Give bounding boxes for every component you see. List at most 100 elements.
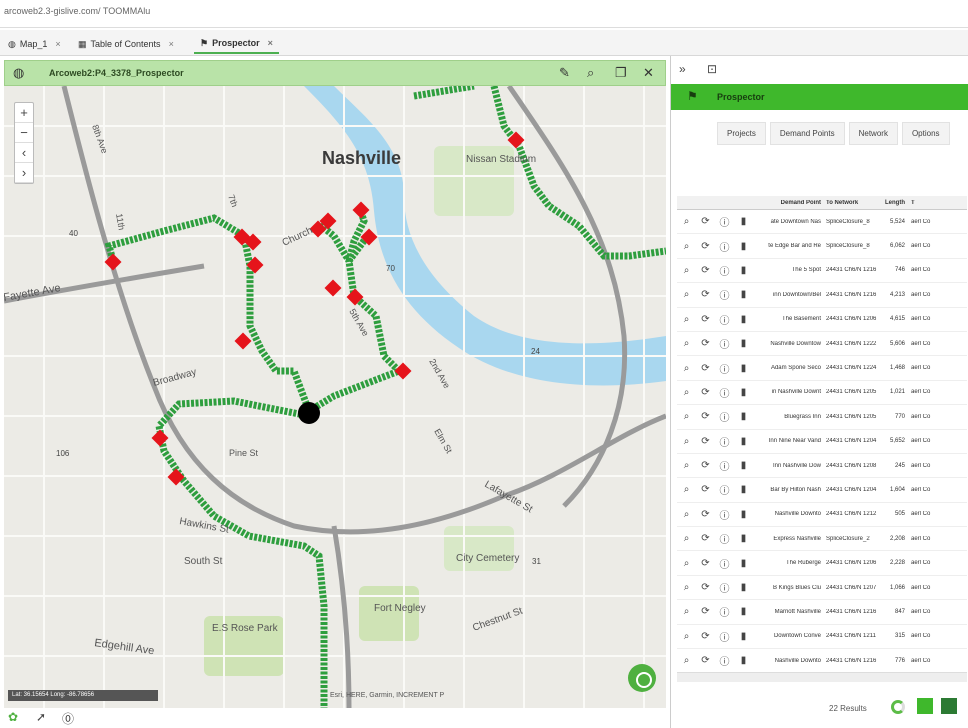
refresh-icon[interactable]: ⟳ bbox=[696, 314, 715, 325]
clipboard-icon[interactable]: ▮ bbox=[734, 387, 753, 398]
refresh-icon[interactable]: ⟳ bbox=[696, 216, 715, 227]
export-button[interactable] bbox=[917, 698, 933, 714]
tab-prospector[interactable]: ⚑ Prospector × bbox=[194, 34, 279, 54]
table-row[interactable]: ⌕ ⟳ ⓘ ▮ ate Downtown Nas SpliceClosure_8 5,524… bbox=[677, 210, 967, 235]
info-icon[interactable]: ⓘ bbox=[715, 556, 734, 571]
column-header[interactable]: To Network bbox=[823, 200, 881, 206]
clipboard-icon[interactable]: ▮ bbox=[734, 289, 753, 300]
table-row[interactable]: ⌕ ⟳ ⓘ ▮ Downtown Conve 24431 Ch6/N 1211 315 aer… bbox=[677, 625, 967, 650]
zoom-icon[interactable]: ⌕ bbox=[677, 241, 696, 252]
zoom-icon[interactable]: ⌕ bbox=[677, 582, 696, 593]
table-row[interactable]: ⌕ ⟳ ⓘ ▮ The Ruberge 24431 Ch6/N 1206 2,228 aerl… bbox=[677, 551, 967, 576]
zoom-icon[interactable]: ⌕ bbox=[677, 655, 696, 666]
refresh-icon[interactable]: ⟳ bbox=[696, 655, 715, 666]
zoom-icon[interactable]: ⌕ bbox=[677, 460, 696, 471]
column-header[interactable]: Demand Point bbox=[753, 200, 823, 206]
clipboard-icon[interactable]: ▮ bbox=[734, 606, 753, 617]
tab-table-of-contents[interactable]: ▦ Table of Contents × bbox=[72, 34, 180, 54]
tab-demand-points[interactable]: Demand Points bbox=[769, 122, 845, 145]
refresh-icon[interactable]: ⟳ bbox=[696, 363, 715, 374]
clipboard-icon[interactable]: ▮ bbox=[734, 216, 753, 227]
help-icon[interactable]: ⓪ bbox=[62, 710, 74, 727]
info-icon[interactable]: ⓘ bbox=[715, 531, 734, 546]
clipboard-icon[interactable]: ▮ bbox=[734, 533, 753, 544]
info-icon[interactable]: ⓘ bbox=[715, 580, 734, 595]
zoom-icon[interactable]: ⌕ bbox=[677, 411, 696, 422]
tab-projects[interactable]: Projects bbox=[717, 122, 766, 145]
window-icon[interactable]: ❐ bbox=[615, 65, 627, 81]
zoom-icon[interactable]: ⌕ bbox=[677, 484, 696, 495]
refresh-icon[interactable]: ⟳ bbox=[696, 558, 715, 569]
clipboard-icon[interactable]: ▮ bbox=[734, 314, 753, 325]
info-icon[interactable]: ⓘ bbox=[715, 287, 734, 302]
measure-icon[interactable]: ✎ bbox=[559, 65, 570, 81]
zoom-out-button[interactable]: − bbox=[15, 123, 33, 143]
clipboard-icon[interactable]: ▮ bbox=[734, 265, 753, 276]
settings-icon[interactable]: ✿ bbox=[8, 710, 18, 724]
close-icon[interactable]: × bbox=[55, 39, 60, 49]
table-row[interactable]: ⌕ ⟳ ⓘ ▮ Nashville Downto 24431 Ch6/N 1212 505 a… bbox=[677, 503, 967, 528]
info-icon[interactable]: ⓘ bbox=[715, 263, 734, 278]
clipboard-icon[interactable]: ▮ bbox=[734, 631, 753, 642]
refresh-icon[interactable]: ⟳ bbox=[696, 289, 715, 300]
zoom-icon[interactable]: ⌕ bbox=[677, 558, 696, 569]
zoom-icon[interactable]: ⌕ bbox=[677, 338, 696, 349]
zoom-icon[interactable]: ⌕ bbox=[677, 436, 696, 447]
map-canvas[interactable]: Nashville Nissan Stadium City Cemetery F… bbox=[4, 86, 666, 708]
table-row[interactable]: ⌕ ⟳ ⓘ ▮ The Basement 24431 Ch6/N 1206 4,615 aer… bbox=[677, 308, 967, 332]
zoom-icon[interactable]: ⌕ bbox=[677, 509, 696, 520]
refresh-icon[interactable]: ⟳ bbox=[696, 387, 715, 398]
refresh-icon[interactable]: ⟳ bbox=[696, 460, 715, 471]
close-icon[interactable]: ✕ bbox=[643, 65, 654, 81]
clipboard-icon[interactable]: ▮ bbox=[734, 241, 753, 252]
lock-icon[interactable]: ⊡ bbox=[707, 62, 717, 76]
horizontal-scrollbar[interactable] bbox=[677, 672, 967, 682]
info-icon[interactable]: ⓘ bbox=[715, 604, 734, 619]
table-row[interactable]: ⌕ ⟳ ⓘ ▮ Bar By Hilton Nash 24431 Ch6/N 1204 1,… bbox=[677, 478, 967, 503]
info-icon[interactable]: ⓘ bbox=[715, 482, 734, 497]
table-row[interactable]: ⌕ ⟳ ⓘ ▮ B Kings Blues Clu 24431 Ch6/N 1207 1,0… bbox=[677, 576, 967, 601]
info-icon[interactable]: ⓘ bbox=[715, 214, 734, 229]
excel-icon[interactable] bbox=[941, 698, 957, 714]
locate-button[interactable] bbox=[628, 664, 656, 692]
clipboard-icon[interactable]: ▮ bbox=[734, 411, 753, 422]
clipboard-icon[interactable]: ▮ bbox=[734, 363, 753, 374]
info-icon[interactable]: ⓘ bbox=[715, 239, 734, 254]
zoom-icon[interactable]: ⌕ bbox=[677, 606, 696, 617]
clipboard-icon[interactable]: ▮ bbox=[734, 655, 753, 666]
table-row[interactable]: ⌕ ⟳ ⓘ ▮ Bluegrass Inn 24431 Ch6/N 1205 770 aerl… bbox=[677, 405, 967, 430]
clipboard-icon[interactable]: ▮ bbox=[734, 338, 753, 349]
close-icon[interactable]: × bbox=[268, 38, 273, 48]
map-view[interactable]: Nashville Nissan Stadium City Cemetery F… bbox=[4, 86, 666, 708]
table-row[interactable]: ⌕ ⟳ ⓘ ▮ inn Downtown/Bel 24431 Ch6/N 1216 4,21… bbox=[677, 283, 967, 308]
zoom-icon[interactable]: ⌕ bbox=[677, 533, 696, 544]
table-row[interactable]: ⌕ ⟳ ⓘ ▮ Inn Nashville Dow 24431 Ch6/N 1208 245… bbox=[677, 454, 967, 479]
info-icon[interactable]: ⓘ bbox=[715, 434, 734, 449]
pointer-icon[interactable]: ➚ bbox=[36, 710, 46, 724]
info-icon[interactable]: ⓘ bbox=[715, 458, 734, 473]
table-row[interactable]: ⌕ ⟳ ⓘ ▮ Nashville Downtow 24431 Ch6/N 1222 5,6… bbox=[677, 332, 967, 357]
clipboard-icon[interactable]: ▮ bbox=[734, 436, 753, 447]
zoom-in-button[interactable]: + bbox=[15, 103, 33, 123]
info-icon[interactable]: ⓘ bbox=[715, 312, 734, 327]
search-icon[interactable]: ⌕ bbox=[587, 65, 594, 81]
info-icon[interactable]: ⓘ bbox=[715, 629, 734, 644]
clipboard-icon[interactable]: ▮ bbox=[734, 509, 753, 520]
browser-url-bar[interactable]: arcoweb2.3-gislive.com/ TOOMMAlu bbox=[0, 0, 968, 28]
refresh-icon[interactable]: ⟳ bbox=[696, 533, 715, 544]
table-row[interactable]: ⌕ ⟳ ⓘ ▮ Nashville Downto 24431 Ch6/N 1216 776 a… bbox=[677, 649, 967, 674]
refresh-icon[interactable]: ⟳ bbox=[696, 484, 715, 495]
info-icon[interactable]: ⓘ bbox=[715, 361, 734, 376]
clipboard-icon[interactable]: ▮ bbox=[734, 484, 753, 495]
zoom-icon[interactable]: ⌕ bbox=[677, 631, 696, 642]
zoom-icon[interactable]: ⌕ bbox=[677, 265, 696, 276]
zoom-icon[interactable]: ⌕ bbox=[677, 314, 696, 325]
refresh-icon[interactable]: ⟳ bbox=[696, 338, 715, 349]
refresh-icon[interactable]: ⟳ bbox=[696, 436, 715, 447]
tab-map[interactable]: ◍ Map_1 × bbox=[2, 34, 67, 54]
zoom-icon[interactable]: ⌕ bbox=[677, 216, 696, 227]
column-header[interactable]: Length bbox=[881, 200, 909, 206]
refresh-icon[interactable]: ⟳ bbox=[696, 631, 715, 642]
info-icon[interactable]: ⓘ bbox=[715, 336, 734, 351]
clipboard-icon[interactable]: ▮ bbox=[734, 460, 753, 471]
